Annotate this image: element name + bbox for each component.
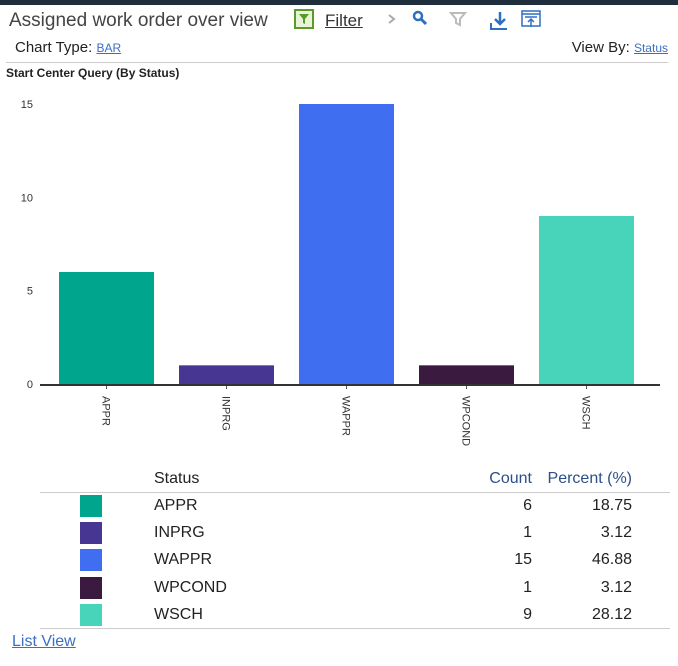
status-cell: WPCOND (154, 578, 227, 596)
y-tick-label: 5 (27, 286, 33, 298)
status-cell: WSCH (154, 601, 393, 629)
view-by-link[interactable]: Status (634, 41, 668, 55)
chevron-right-icon[interactable] (382, 9, 402, 29)
download-icon[interactable] (489, 11, 509, 31)
data-table: Status Count Percent (%) APPR 6 18.75 IN… (40, 466, 670, 629)
bar-wpcond (419, 365, 514, 384)
count-cell: 6 (523, 496, 532, 514)
swatch-cell (40, 547, 154, 574)
color-swatch (80, 576, 102, 599)
x-tick-label: WSCH (580, 396, 592, 430)
clear-filter-icon[interactable] (448, 9, 468, 29)
swatch-cell (40, 492, 154, 519)
status-cell: WAPPR (154, 551, 213, 569)
bar-appr (59, 272, 154, 384)
x-tick-label: WPCOND (460, 396, 472, 446)
percent-cell: 46.88 (591, 551, 632, 569)
top-bar (0, 0, 678, 5)
percent-cell: 18.75 (591, 496, 632, 514)
bar-inprg (179, 365, 274, 384)
count-cell: 1 (523, 523, 532, 541)
col-percent: Percent (%) (532, 466, 670, 493)
export-icon[interactable] (521, 9, 541, 29)
search-icon[interactable] (410, 9, 430, 29)
filter-icon[interactable] (294, 9, 314, 29)
y-tick-label: 10 (21, 192, 33, 204)
x-tick-label: APPR (100, 396, 112, 426)
bar-wsch (539, 216, 634, 384)
table-row[interactable]: WPCOND 1 3.12 (40, 574, 670, 601)
chart-title: Start Center Query (By Status) (6, 66, 180, 80)
swatch-cell (40, 601, 154, 629)
view-by: View By: Status (572, 39, 668, 56)
view-by-label: View By: (571, 39, 630, 56)
count-cell: 9 (392, 601, 532, 629)
status-cell: APPR (154, 496, 198, 514)
count-cell: 15 (514, 551, 532, 569)
color-swatch (80, 603, 102, 626)
filter-link[interactable]: Filter (325, 11, 363, 31)
list-view-link[interactable]: List View (12, 633, 76, 651)
bar-chart: 0 5 10 15 APPR INPRG WAPPR WPCOND WSCH (21, 99, 660, 446)
percent-cell: 28.12 (532, 601, 670, 629)
col-status: Status (154, 466, 393, 493)
chart-type: Chart Type: BAR (15, 39, 121, 56)
color-swatch (80, 549, 102, 572)
col-count: Count (392, 466, 532, 493)
count-cell: 1 (523, 578, 532, 596)
swatch-cell (40, 574, 154, 601)
percent-cell: 3.12 (600, 578, 632, 596)
divider (6, 62, 668, 63)
bar-wappr (299, 104, 394, 384)
page-title: Assigned work order over view (9, 10, 268, 31)
color-swatch (80, 521, 102, 544)
x-tick-label: WAPPR (340, 396, 352, 436)
table-row[interactable]: APPR 6 18.75 (40, 492, 670, 519)
y-tick-label: 0 (27, 379, 33, 391)
status-cell: INPRG (154, 523, 205, 541)
table-row[interactable]: WSCH 9 28.12 (40, 601, 670, 629)
table-row[interactable]: WAPPR 15 46.88 (40, 547, 670, 574)
table-row[interactable]: INPRG 1 3.12 (40, 519, 670, 546)
swatch-cell (40, 519, 154, 546)
percent-cell: 3.12 (600, 523, 632, 541)
chart-type-link[interactable]: BAR (96, 41, 121, 55)
x-tick-label: INPRG (220, 396, 232, 431)
chart-type-label: Chart Type: (15, 39, 93, 56)
color-swatch (80, 494, 102, 517)
y-tick-label: 15 (21, 99, 33, 111)
